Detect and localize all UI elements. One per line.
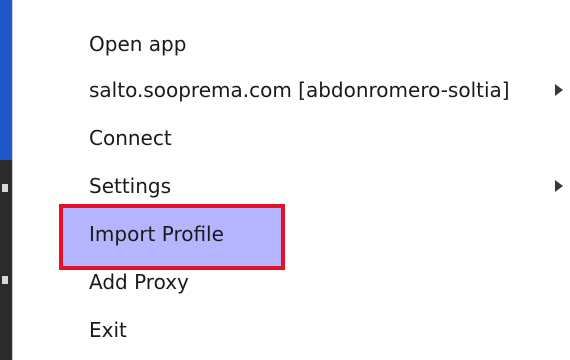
menu-item-label: Import Profile [89,222,224,246]
menu-item-open-app[interactable]: Open app [13,22,569,66]
menu-item-settings[interactable]: Settings [13,164,569,208]
menu-item-label: Settings [89,174,172,198]
menu-item-label: Exit [89,318,127,342]
background-window-edge [0,0,12,360]
menu-item-label: Open app [89,32,187,56]
background-accent [0,0,12,160]
menu-item-profile-salto[interactable]: salto.sooprema.com [abdonromero-soltia] [13,68,569,112]
background-mark [2,276,8,284]
chevron-right-icon [555,180,563,192]
menu-item-label: Add Proxy [89,270,189,294]
menu-item-connect[interactable]: Connect [13,116,569,160]
background-mark [2,184,8,192]
menu-item-label: salto.sooprema.com [abdonromero-soltia] [89,78,510,102]
menu-item-label: Connect [89,126,172,150]
menu-item-add-proxy[interactable]: Add Proxy [13,260,569,304]
chevron-right-icon [555,84,563,96]
menu-item-exit[interactable]: Exit [13,308,569,352]
tray-context-menu: Open app salto.sooprema.com [abdonromero… [12,0,570,360]
menu-item-import-profile[interactable]: Import Profile [13,212,569,256]
